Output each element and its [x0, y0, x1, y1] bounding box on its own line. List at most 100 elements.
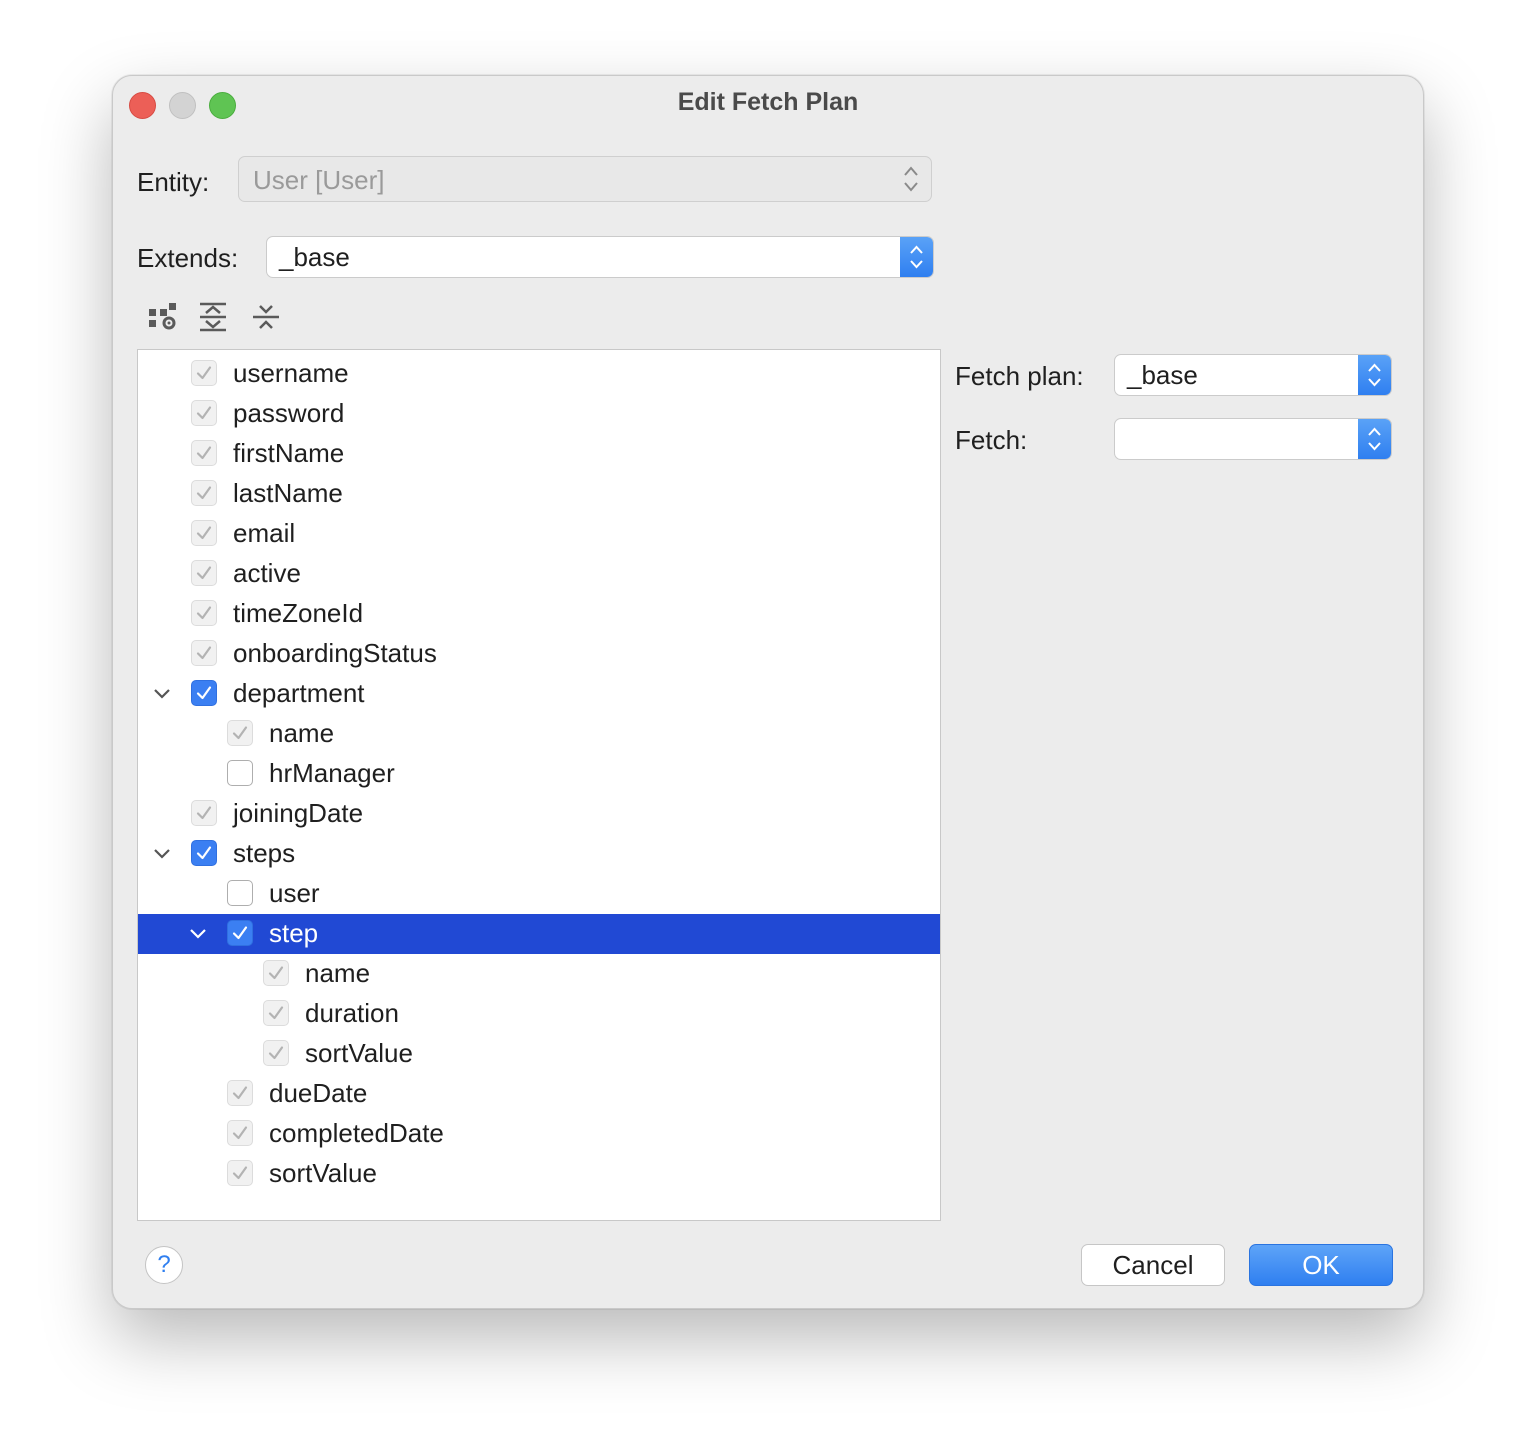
checkbox[interactable] — [227, 760, 253, 786]
edit-fetch-plan-dialog: Edit Fetch Plan Entity: User [User] Exte… — [112, 75, 1424, 1309]
checkmark-icon — [196, 846, 212, 860]
checkbox — [227, 720, 253, 746]
help-button[interactable]: ? — [145, 1246, 183, 1284]
checkbox — [263, 960, 289, 986]
fetch-dropdown-cap[interactable] — [1358, 419, 1391, 459]
tree-row[interactable]: active — [138, 554, 940, 594]
checkmark-icon — [196, 406, 212, 420]
fetch-plan-select[interactable]: _base — [1114, 354, 1392, 396]
entity-label: Entity: — [137, 167, 210, 197]
tree-row[interactable]: firstName — [138, 434, 940, 474]
tree-row-label: sortValue — [269, 1158, 377, 1188]
fetch-plan-dropdown-cap[interactable] — [1358, 355, 1391, 395]
checkmark-icon — [196, 806, 212, 820]
checkbox — [191, 360, 217, 386]
checkmark-icon — [232, 726, 248, 740]
tree-row-label: timeZoneId — [233, 598, 364, 628]
checkmark-icon — [196, 526, 212, 540]
tree-row[interactable]: username — [138, 354, 940, 394]
expand-all-icon[interactable] — [197, 301, 229, 333]
tree-row[interactable]: email — [138, 514, 940, 554]
tree-row-label: password — [233, 398, 345, 428]
collapse-all-icon[interactable] — [250, 301, 282, 333]
tree-row-label: name — [269, 718, 335, 748]
hierarchy-settings-icon[interactable] — [147, 301, 179, 333]
tree-row[interactable]: steps — [138, 834, 940, 874]
tree-row[interactable]: user — [138, 874, 940, 914]
checkbox — [227, 1160, 253, 1186]
extends-label: Extends: — [137, 243, 239, 273]
tree-row-label: sortValue — [305, 1038, 413, 1068]
checkbox[interactable] — [191, 840, 217, 866]
tree-row[interactable]: onboardingStatus — [138, 634, 940, 674]
tree-row-label: step — [269, 918, 319, 948]
tree-row-label: department — [233, 678, 365, 708]
tree-row[interactable]: duration — [138, 994, 940, 1034]
tree-row[interactable]: timeZoneId — [138, 594, 940, 634]
tree-row-label: joiningDate — [233, 798, 364, 828]
checkbox — [191, 520, 217, 546]
tree-row[interactable]: name — [138, 954, 940, 994]
checkmark-icon — [196, 566, 212, 580]
fetch-plan-tree[interactable]: username password firstName lastName email ac… — [137, 349, 941, 1221]
tree-row[interactable]: dueDate — [138, 1074, 940, 1114]
tree-row-label: firstName — [233, 438, 345, 468]
entity-value: User [User] — [253, 165, 385, 195]
checkbox — [191, 400, 217, 426]
tree-row[interactable]: completedDate — [138, 1114, 940, 1154]
checkbox — [191, 600, 217, 626]
checkmark-icon — [232, 1126, 248, 1140]
checkmark-icon — [232, 1166, 248, 1180]
extends-value: _base — [279, 242, 350, 272]
chevron-down-icon[interactable] — [186, 922, 210, 946]
up-down-arrows-icon — [1368, 427, 1381, 451]
checkmark-icon — [196, 446, 212, 460]
tree-row[interactable]: step — [138, 914, 940, 954]
fetch-select[interactable] — [1114, 418, 1392, 460]
tree-row[interactable]: sortValue — [138, 1154, 940, 1194]
checkbox[interactable] — [191, 680, 217, 706]
fetch-label: Fetch: — [955, 425, 1028, 455]
checkbox[interactable] — [227, 920, 253, 946]
tree-row-label: name — [305, 958, 371, 988]
checkbox — [191, 800, 217, 826]
chevron-down-icon[interactable] — [150, 842, 174, 866]
tree-row[interactable]: name — [138, 714, 940, 754]
fetch-plan-value: _base — [1127, 360, 1198, 390]
checkmark-icon — [196, 486, 212, 500]
extends-select[interactable]: _base — [266, 236, 934, 278]
tree-row-label: email — [233, 518, 296, 548]
ok-button[interactable]: OK — [1249, 1244, 1393, 1286]
tree-row-label: onboardingStatus — [233, 638, 437, 668]
entity-select: User [User] — [238, 156, 932, 202]
tree-row[interactable]: joiningDate — [138, 794, 940, 834]
checkbox[interactable] — [227, 880, 253, 906]
checkbox — [263, 1040, 289, 1066]
tree-row-label: completedDate — [269, 1118, 444, 1148]
up-down-arrows-icon — [910, 245, 923, 269]
checkbox — [191, 640, 217, 666]
extends-dropdown-cap[interactable] — [900, 237, 933, 277]
checkmark-icon — [232, 926, 248, 940]
checkbox — [227, 1120, 253, 1146]
fetch-plan-label: Fetch plan: — [955, 361, 1084, 391]
tree-row-label: steps — [233, 838, 296, 868]
checkmark-icon — [268, 1006, 284, 1020]
tree-row[interactable]: password — [138, 394, 940, 434]
cancel-button[interactable]: Cancel — [1081, 1244, 1225, 1286]
checkbox — [263, 1000, 289, 1026]
checkmark-icon — [196, 366, 212, 380]
chevron-down-icon[interactable] — [150, 682, 174, 706]
up-down-arrows-icon — [1368, 363, 1381, 387]
checkbox — [227, 1080, 253, 1106]
tree-row-label: lastName — [233, 478, 343, 508]
tree-row[interactable]: sortValue — [138, 1034, 940, 1074]
tree-row[interactable]: department — [138, 674, 940, 714]
tree-row-label: hrManager — [269, 758, 395, 788]
tree-row[interactable]: hrManager — [138, 754, 940, 794]
dialog-title: Edit Fetch Plan — [677, 88, 859, 116]
tree-row-label: username — [233, 358, 349, 388]
tree-row-label: active — [233, 558, 301, 588]
checkbox — [191, 560, 217, 586]
tree-row[interactable]: lastName — [138, 474, 940, 514]
